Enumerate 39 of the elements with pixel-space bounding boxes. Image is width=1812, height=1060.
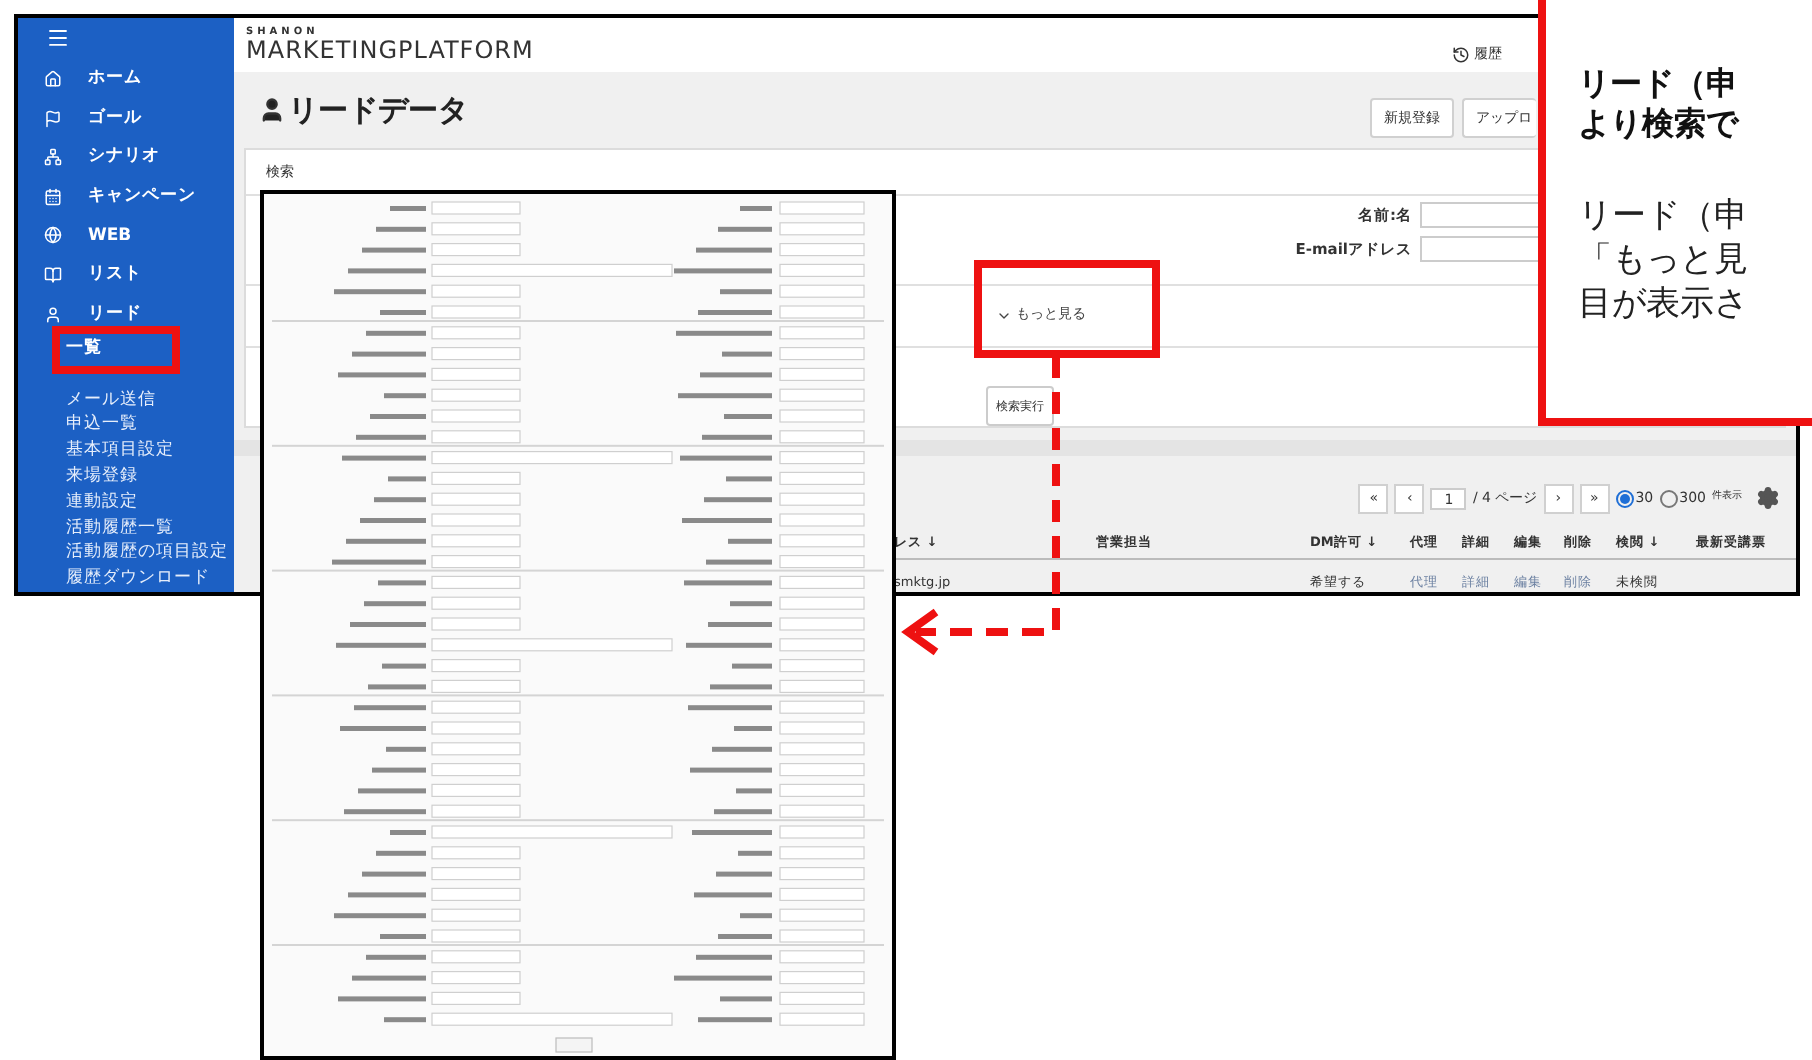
sidebar-subitem[interactable]: 基本項目設定 xyxy=(66,438,234,465)
callout-text: リード（申 xyxy=(1578,194,1750,238)
sidebar-subitem[interactable]: 活動履歴一覧 xyxy=(66,515,234,541)
sidebar-subitem[interactable]: 活動履歴の項目設定 xyxy=(66,540,234,567)
brand-logo: MARKETINGPLATFORM xyxy=(246,38,534,62)
flag-icon xyxy=(44,109,62,128)
history-icon[interactable] xyxy=(1452,46,1470,64)
sidebar-subitem[interactable]: 来場登録 xyxy=(66,464,234,490)
text-field[interactable] xyxy=(1420,236,1540,263)
sidebar-item[interactable]: キャンペーン xyxy=(88,184,196,210)
text-field[interactable] xyxy=(1420,202,1540,229)
sidebar-item[interactable]: WEB xyxy=(88,223,132,249)
book-icon xyxy=(44,266,62,285)
sidebar-subitem[interactable]: 一覧 xyxy=(66,335,234,362)
radio-button[interactable] xyxy=(1615,489,1634,507)
callout-heading: より検索で xyxy=(1578,104,1742,144)
calendar-icon xyxy=(44,187,62,206)
callout-text: 「もっと見 xyxy=(1578,238,1750,282)
menu-icon[interactable] xyxy=(46,26,70,50)
callout-heading: リード（申 xyxy=(1578,64,1740,104)
sidebar-subitem[interactable]: 申込一覧 xyxy=(66,412,234,439)
page-title: リードデータ xyxy=(288,89,468,132)
sidebar-subitem[interactable]: 履歴ダウンロード xyxy=(66,566,234,593)
person-icon xyxy=(258,96,286,124)
sidebar-item[interactable]: シナリオ xyxy=(88,144,160,171)
highlight-frame xyxy=(52,326,180,374)
callout-text: 目が表示さ xyxy=(1578,282,1750,326)
hierarchy-icon xyxy=(44,148,62,167)
sidebar-item[interactable]: ゴール xyxy=(88,105,142,132)
sidebar-item[interactable]: ホーム xyxy=(88,66,142,93)
settings-icon[interactable] xyxy=(1756,486,1780,510)
person-icon xyxy=(44,305,62,324)
sidebar-item[interactable]: リスト xyxy=(88,262,142,288)
sidebar-subitem[interactable]: 連動設定 xyxy=(66,489,234,516)
radio-button[interactable] xyxy=(1659,489,1678,507)
sidebar-item[interactable]: リード xyxy=(88,301,142,327)
home-icon xyxy=(44,70,62,89)
sidebar-subitem[interactable]: メール送信 xyxy=(66,387,234,413)
globe-icon xyxy=(44,226,62,245)
